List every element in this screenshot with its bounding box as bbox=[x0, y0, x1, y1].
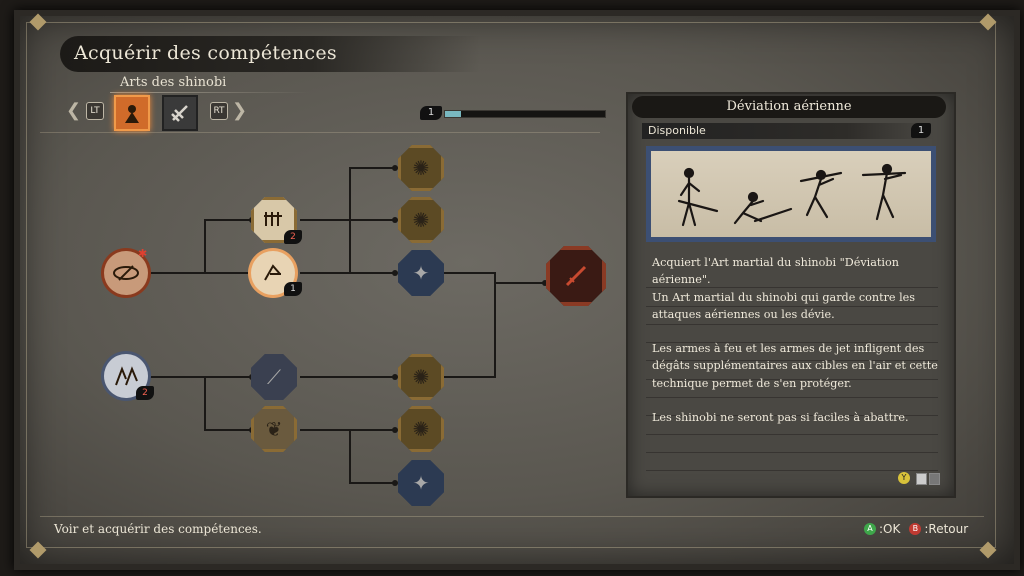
locked-skill-icon: ✺ bbox=[412, 365, 430, 389]
ok-label[interactable]: :OK bbox=[879, 522, 900, 536]
sword-icon bbox=[565, 265, 587, 287]
description-line: Acquiert l'Art martial du shinobi "Dévia… bbox=[652, 256, 899, 287]
skill-node-ultimate[interactable] bbox=[546, 246, 606, 306]
locked-skill-icon: ✺ bbox=[412, 208, 430, 232]
kanji-badge-icon: ✱ bbox=[138, 247, 148, 260]
skill-node-a-count: 2 bbox=[284, 230, 302, 244]
skill-cost: 1 bbox=[911, 123, 931, 138]
description-line: Un Art martial du shinobi qui garde cont… bbox=[652, 290, 916, 321]
skill-illustration bbox=[646, 146, 936, 242]
fighters-icon bbox=[115, 366, 138, 386]
footer-divider bbox=[40, 516, 984, 517]
locked-skill-icon: ✦ bbox=[412, 471, 430, 495]
aerial-deflect-icon bbox=[264, 264, 281, 281]
locked-skill-icon: ✺ bbox=[412, 417, 430, 441]
detail-title: Déviation aérienne bbox=[726, 99, 852, 114]
skill-tree-lines bbox=[150, 165, 548, 486]
back-label[interactable]: :Retour bbox=[924, 522, 968, 536]
slash-stance-icon bbox=[113, 265, 139, 281]
y-button-icon[interactable]: Y bbox=[898, 472, 910, 484]
description-line: Les shinobi ne seront pas si faciles à a… bbox=[652, 411, 909, 425]
footer-hint: Voir et acquérir des compétences. bbox=[54, 522, 262, 536]
skill-node-b-count: 1 bbox=[284, 282, 302, 296]
skill-description: Acquiert l'Art martial du shinobi "Dévia… bbox=[652, 254, 938, 443]
martial-art-figures-image bbox=[677, 163, 907, 227]
locked-skill-icon: ✦ bbox=[412, 261, 430, 285]
a-button-icon[interactable]: A bbox=[864, 523, 876, 535]
page-indicator bbox=[929, 473, 940, 485]
locked-skill-icon: ⟋ bbox=[267, 365, 281, 389]
button-prompts: A :OK B :Retour bbox=[864, 522, 968, 536]
page-indicator-active bbox=[916, 473, 927, 485]
locked-skill-icon: ❦ bbox=[265, 417, 283, 441]
description-line: Les armes à feu et les armes de jet infl… bbox=[652, 342, 938, 390]
status-label: Disponible bbox=[648, 124, 706, 137]
b-button-icon[interactable]: B bbox=[909, 523, 922, 535]
locked-skill-icon: ✺ bbox=[412, 156, 430, 180]
skill-node-root-bottom-count: 2 bbox=[136, 386, 154, 400]
figures-icon bbox=[264, 212, 282, 226]
